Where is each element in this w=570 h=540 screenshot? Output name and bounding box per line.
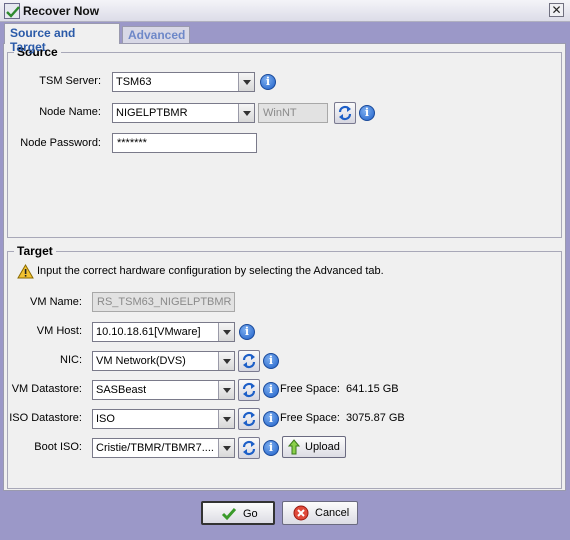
chevron-down-icon[interactable]: [218, 323, 234, 341]
target-group-title: Target: [14, 244, 56, 258]
close-icon[interactable]: ✕: [551, 3, 561, 17]
free-space-value: 641.15 GB: [346, 383, 399, 395]
chevron-down-icon[interactable]: [238, 104, 254, 122]
upload-button[interactable]: Upload: [282, 436, 346, 458]
info-icon[interactable]: i: [263, 411, 279, 427]
vm-name-field: RS_TSM63_NIGELPTBMR: [92, 292, 235, 312]
tab-panel: Source TSM Server: TSM63 i Node Name: NI…: [3, 43, 566, 491]
refresh-boot-iso-button[interactable]: [238, 437, 260, 459]
nic-label: NIC:: [60, 354, 82, 366]
refresh-icon: [242, 382, 256, 398]
go-button[interactable]: Go: [201, 501, 275, 525]
vm-host-value: 10.10.18.61[VMware]: [96, 326, 201, 338]
node-password-label: Node Password:: [20, 137, 101, 149]
warning-icon: [17, 263, 34, 282]
iso-datastore-value: ISO: [96, 413, 115, 425]
chevron-down-icon[interactable]: [218, 381, 234, 399]
target-group: Target Input the correct hardware config…: [7, 244, 562, 489]
info-icon[interactable]: i: [263, 353, 279, 369]
cancel-icon: [293, 505, 309, 521]
chevron-down-icon[interactable]: [218, 439, 234, 457]
info-icon[interactable]: i: [263, 382, 279, 398]
refresh-nic-button[interactable]: [238, 350, 260, 372]
info-icon[interactable]: i: [359, 105, 375, 121]
info-icon[interactable]: i: [263, 440, 279, 456]
refresh-node-button[interactable]: [334, 102, 356, 124]
boot-iso-label: Boot ISO:: [34, 441, 82, 453]
vm-name-label: VM Name:: [30, 296, 82, 308]
warning-message: Input the correct hardware configuration…: [37, 265, 384, 277]
tsm-server-select[interactable]: TSM63: [112, 72, 255, 92]
refresh-icon: [242, 411, 256, 427]
boot-iso-select[interactable]: Cristie/TBMR/TBMR7....: [92, 438, 235, 458]
refresh-icon: [242, 353, 256, 369]
node-name-select[interactable]: NIGELPTBMR: [112, 103, 255, 123]
app-icon: [4, 3, 20, 19]
node-password-field[interactable]: *******: [112, 133, 257, 153]
tab-advanced[interactable]: Advanced: [122, 26, 190, 43]
upload-label: Upload: [305, 441, 340, 453]
node-name-value: NIGELPTBMR: [116, 107, 188, 119]
free-space-value: 3075.87 GB: [346, 412, 405, 424]
chevron-down-icon[interactable]: [218, 352, 234, 370]
vm-datastore-select[interactable]: SASBeast: [92, 380, 235, 400]
close-button[interactable]: ✕: [549, 3, 564, 17]
nic-value: VM Network(DVS): [96, 355, 186, 367]
vm-datastore-value: SASBeast: [96, 384, 147, 396]
refresh-iso-datastore-button[interactable]: [238, 408, 260, 430]
free-space-label: Free Space:: [280, 383, 340, 395]
chevron-down-icon[interactable]: [218, 410, 234, 428]
refresh-icon: [242, 440, 256, 456]
window-title: Recover Now: [23, 4, 100, 18]
vm-host-label: VM Host:: [36, 325, 82, 337]
vm-host-select[interactable]: 10.10.18.61[VMware]: [92, 322, 235, 342]
go-label: Go: [243, 508, 258, 520]
tsm-server-value: TSM63: [116, 76, 152, 88]
iso-datastore-label: ISO Datastore:: [9, 412, 82, 424]
nic-select[interactable]: VM Network(DVS): [92, 351, 235, 371]
up-arrow-icon: [288, 439, 300, 455]
info-icon[interactable]: i: [260, 74, 276, 90]
iso-datastore-free-space: Free Space: 3075.87 GB: [280, 412, 405, 424]
free-space-label: Free Space:: [280, 412, 340, 424]
checkmark-icon: [221, 508, 237, 521]
boot-iso-value: Cristie/TBMR/TBMR7....: [96, 442, 214, 454]
cancel-label: Cancel: [315, 507, 350, 519]
chevron-down-icon[interactable]: [238, 73, 254, 91]
refresh-icon: [338, 105, 352, 121]
node-os-field: WinNT: [258, 103, 328, 123]
cancel-button[interactable]: Cancel: [282, 501, 358, 525]
iso-datastore-select[interactable]: ISO: [92, 409, 235, 429]
vm-datastore-free-space: Free Space: 641.15 GB: [280, 383, 399, 395]
tsm-server-label: TSM Server:: [39, 75, 101, 87]
title-bar: Recover Now ✕: [0, 0, 570, 22]
source-group: Source TSM Server: TSM63 i Node Name: NI…: [7, 45, 562, 238]
refresh-vm-datastore-button[interactable]: [238, 379, 260, 401]
node-name-label: Node Name:: [39, 106, 101, 118]
info-icon[interactable]: i: [239, 324, 255, 340]
vm-datastore-label: VM Datastore:: [11, 383, 82, 395]
tab-source-and-target[interactable]: Source and Target: [4, 23, 120, 54]
